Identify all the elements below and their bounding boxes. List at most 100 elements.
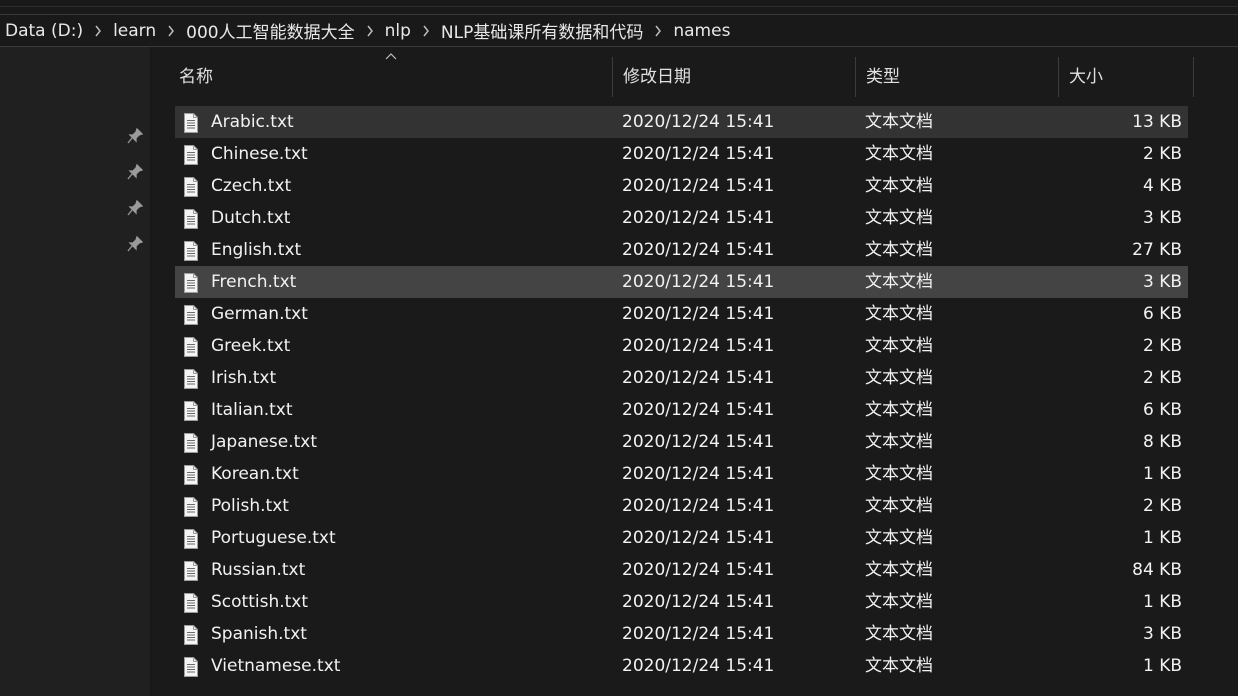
- file-modified-date: 2020/12/24 15:41: [622, 272, 775, 292]
- chevron-right-icon[interactable]: [156, 23, 186, 38]
- file-size: 1 KB: [1142, 656, 1182, 676]
- file-row[interactable]: Czech.txt 2020/12/24 15:41 文本文档 4 KB: [175, 170, 1188, 202]
- file-size: 6 KB: [1142, 304, 1182, 324]
- chevron-right-icon[interactable]: [83, 23, 113, 38]
- text-file-icon: [183, 240, 199, 261]
- column-header-name[interactable]: 名称: [169, 57, 613, 97]
- file-row[interactable]: German.txt 2020/12/24 15:41 文本文档 6 KB: [175, 298, 1188, 330]
- file-name[interactable]: Dutch.txt: [211, 202, 290, 234]
- file-name[interactable]: Russian.txt: [211, 554, 305, 586]
- file-row[interactable]: Japanese.txt 2020/12/24 15:41 文本文档 8 KB: [175, 426, 1188, 458]
- file-modified-date: 2020/12/24 15:41: [622, 592, 775, 612]
- file-row[interactable]: Korean.txt 2020/12/24 15:41 文本文档 1 KB: [175, 458, 1188, 490]
- file-row[interactable]: Portuguese.txt 2020/12/24 15:41 文本文档 1 KB: [175, 522, 1188, 554]
- file-row[interactable]: Arabic.txt 2020/12/24 15:41 文本文档 13 KB: [175, 106, 1188, 138]
- file-row[interactable]: English.txt 2020/12/24 15:41 文本文档 27 KB: [175, 234, 1188, 266]
- file-size: 8 KB: [1142, 432, 1182, 452]
- file-list-pane: 名称 修改日期 类型 大小 Arabic.txt 2020/12/24 15:41…: [152, 47, 1238, 696]
- file-name[interactable]: Irish.txt: [211, 362, 276, 394]
- breadcrumb-learn[interactable]: learn: [113, 21, 156, 41]
- file-row[interactable]: French.txt 2020/12/24 15:41 文本文档 3 KB: [175, 266, 1188, 298]
- address-bar[interactable]: Data (D:) learn 000人工智能数据大全 nlp NLP基础课所有…: [0, 14, 1238, 47]
- file-row[interactable]: Italian.txt 2020/12/24 15:41 文本文档 6 KB: [175, 394, 1188, 426]
- file-modified-date: 2020/12/24 15:41: [622, 656, 775, 676]
- breadcrumb-nlp-course[interactable]: NLP基础课所有数据和代码: [441, 18, 643, 43]
- breadcrumb-nlp[interactable]: nlp: [385, 21, 411, 41]
- file-modified-date: 2020/12/24 15:41: [622, 560, 775, 580]
- text-file-icon: [183, 368, 199, 389]
- pin-icon[interactable]: [126, 199, 144, 217]
- file-size: 6 KB: [1142, 400, 1182, 420]
- file-type: 文本文档: [865, 464, 933, 484]
- file-name[interactable]: German.txt: [211, 298, 308, 330]
- file-modified-date: 2020/12/24 15:41: [622, 336, 775, 356]
- file-modified-date: 2020/12/24 15:41: [622, 208, 775, 228]
- file-list: Arabic.txt 2020/12/24 15:41 文本文档 13 KB Chine…: [175, 106, 1188, 682]
- pin-icon[interactable]: [126, 127, 144, 145]
- column-header-type[interactable]: 类型: [856, 57, 1059, 97]
- column-name-label: 名称: [179, 67, 213, 87]
- file-name[interactable]: Spanish.txt: [211, 618, 307, 650]
- column-header-size[interactable]: 大小: [1059, 57, 1194, 97]
- file-row[interactable]: Greek.txt 2020/12/24 15:41 文本文档 2 KB: [175, 330, 1188, 362]
- file-type: 文本文档: [865, 368, 933, 388]
- file-row[interactable]: Irish.txt 2020/12/24 15:41 文本文档 2 KB: [175, 362, 1188, 394]
- column-date-label: 修改日期: [623, 67, 691, 87]
- file-name[interactable]: Portuguese.txt: [211, 522, 336, 554]
- file-size: 2 KB: [1142, 336, 1182, 356]
- text-file-icon: [183, 400, 199, 421]
- text-file-icon: [183, 496, 199, 517]
- pin-icon[interactable]: [126, 235, 144, 253]
- file-size: 27 KB: [1132, 240, 1182, 260]
- breadcrumb-ai-data[interactable]: 000人工智能数据大全: [186, 18, 354, 43]
- file-size: 3 KB: [1142, 272, 1182, 292]
- file-name[interactable]: Vietnamese.txt: [211, 650, 340, 682]
- file-name[interactable]: Arabic.txt: [211, 106, 294, 138]
- file-name[interactable]: Korean.txt: [211, 458, 299, 490]
- file-row[interactable]: Chinese.txt 2020/12/24 15:41 文本文档 2 KB: [175, 138, 1188, 170]
- text-file-icon: [183, 304, 199, 325]
- file-type: 文本文档: [865, 208, 933, 228]
- file-size: 13 KB: [1132, 112, 1182, 132]
- file-row[interactable]: Scottish.txt 2020/12/24 15:41 文本文档 1 KB: [175, 586, 1188, 618]
- file-type: 文本文档: [865, 400, 933, 420]
- text-file-icon: [183, 112, 199, 133]
- file-row[interactable]: Dutch.txt 2020/12/24 15:41 文本文档 3 KB: [175, 202, 1188, 234]
- file-row[interactable]: Russian.txt 2020/12/24 15:41 文本文档 84 KB: [175, 554, 1188, 586]
- chevron-right-icon[interactable]: [355, 23, 385, 38]
- file-name[interactable]: English.txt: [211, 234, 301, 266]
- file-name[interactable]: French.txt: [211, 266, 296, 298]
- file-name[interactable]: Czech.txt: [211, 170, 291, 202]
- breadcrumb-names[interactable]: names: [673, 21, 730, 41]
- file-type: 文本文档: [865, 432, 933, 452]
- chevron-right-icon[interactable]: [643, 23, 673, 38]
- column-header: 名称 修改日期 类型 大小: [152, 53, 1194, 97]
- file-name[interactable]: Polish.txt: [211, 490, 289, 522]
- file-name[interactable]: Chinese.txt: [211, 138, 308, 170]
- file-name[interactable]: Greek.txt: [211, 330, 290, 362]
- file-size: 2 KB: [1142, 368, 1182, 388]
- file-type: 文本文档: [865, 304, 933, 324]
- chevron-right-icon[interactable]: [411, 23, 441, 38]
- file-type: 文本文档: [865, 496, 933, 516]
- pin-icon[interactable]: [126, 163, 144, 181]
- file-row[interactable]: Polish.txt 2020/12/24 15:41 文本文档 2 KB: [175, 490, 1188, 522]
- column-header-date[interactable]: 修改日期: [613, 57, 856, 97]
- file-modified-date: 2020/12/24 15:41: [622, 400, 775, 420]
- title-strip: [0, 0, 1238, 14]
- file-name[interactable]: Japanese.txt: [211, 426, 317, 458]
- file-size: 84 KB: [1132, 560, 1182, 580]
- file-modified-date: 2020/12/24 15:41: [622, 432, 775, 452]
- file-row[interactable]: Vietnamese.txt 2020/12/24 15:41 文本文档 1 KB: [175, 650, 1188, 682]
- file-modified-date: 2020/12/24 15:41: [622, 528, 775, 548]
- file-type: 文本文档: [865, 656, 933, 676]
- file-row[interactable]: Spanish.txt 2020/12/24 15:41 文本文档 3 KB: [175, 618, 1188, 650]
- breadcrumb-drive[interactable]: Data (D:): [0, 21, 83, 41]
- column-type-label: 类型: [866, 67, 900, 87]
- file-name[interactable]: Scottish.txt: [211, 586, 308, 618]
- file-size: 1 KB: [1142, 592, 1182, 612]
- navigation-pane: [0, 47, 150, 696]
- file-name[interactable]: Italian.txt: [211, 394, 293, 426]
- file-type: 文本文档: [865, 240, 933, 260]
- file-size: 2 KB: [1142, 144, 1182, 164]
